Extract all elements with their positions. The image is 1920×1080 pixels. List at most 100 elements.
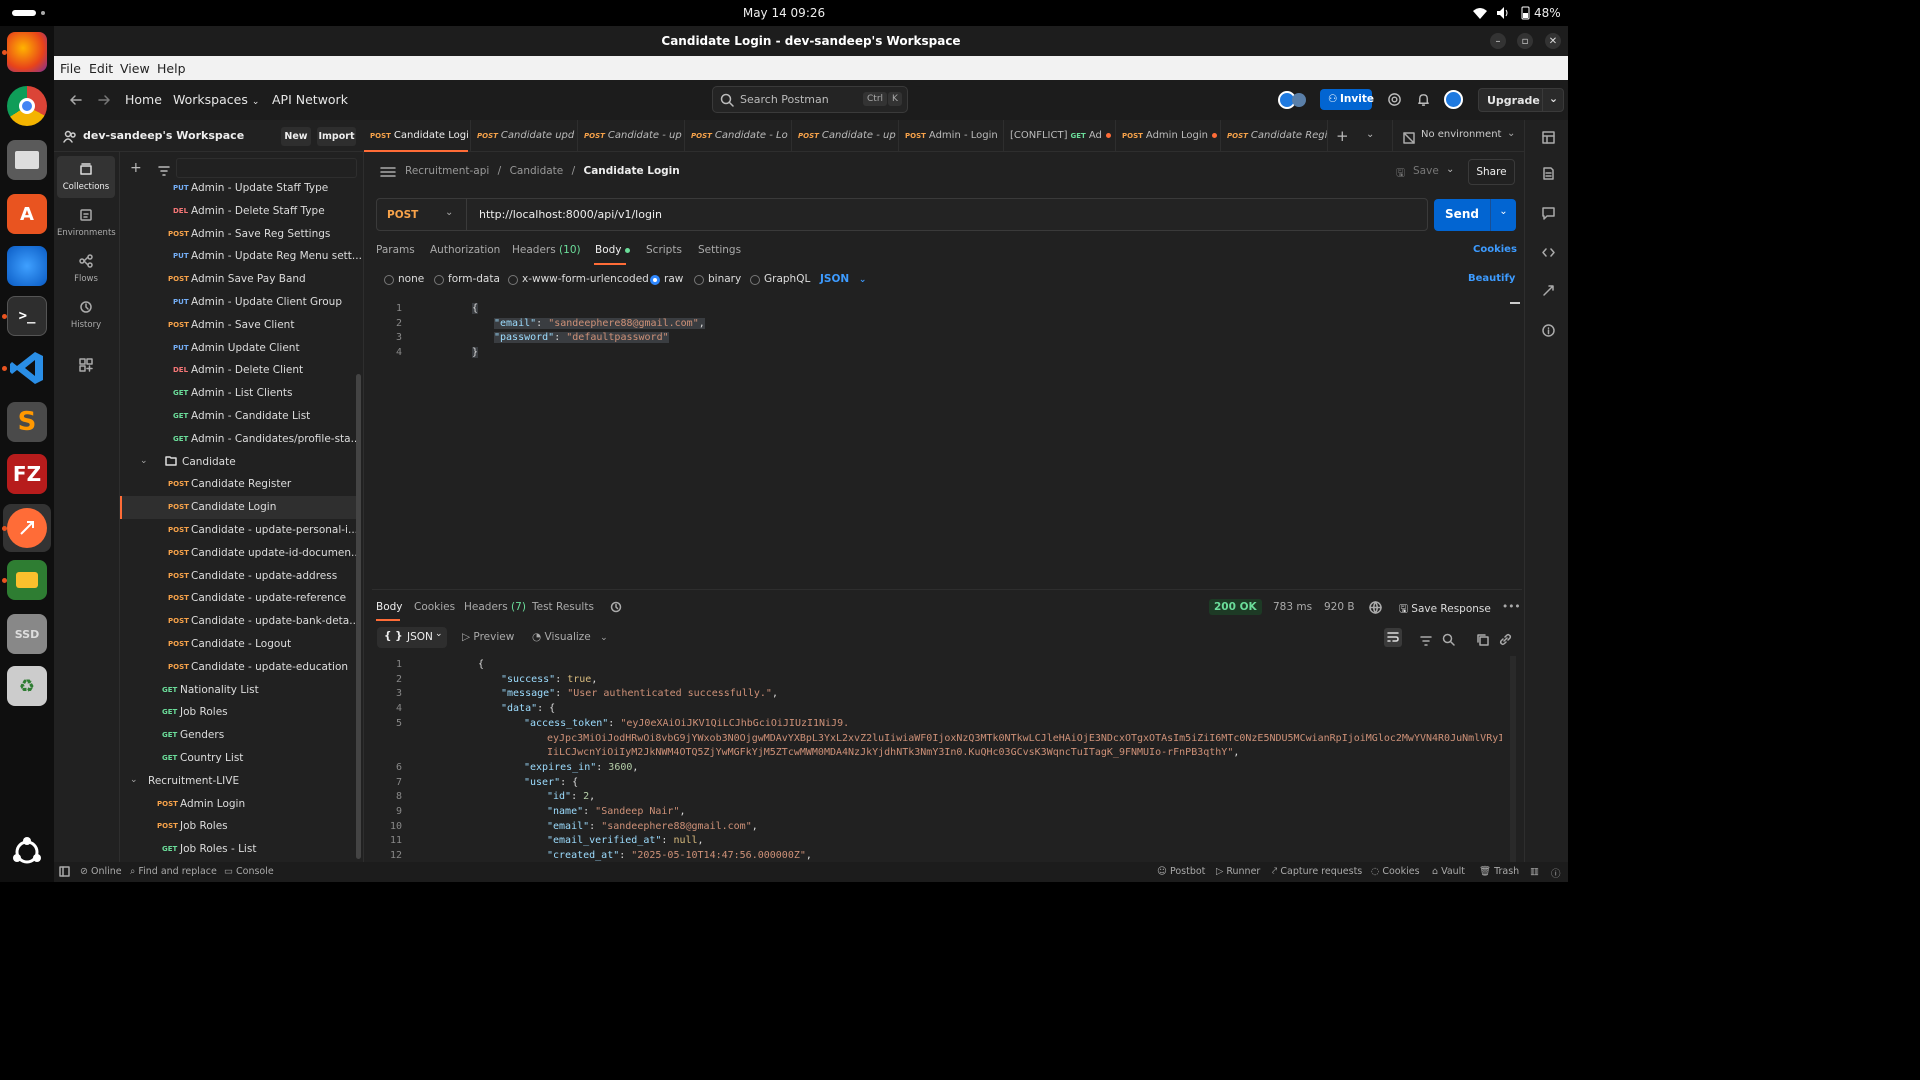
tree-request[interactable]: POST Candidate update-id-documen... — [120, 542, 361, 565]
forward-arrow-icon[interactable] — [96, 92, 112, 111]
sublime-icon[interactable]: S — [7, 402, 47, 442]
response-search-icon[interactable] — [1442, 631, 1455, 650]
tree-request[interactable]: GET Country List — [120, 747, 356, 770]
send-button[interactable]: Send — [1434, 199, 1490, 231]
settings-gear-icon[interactable] — [1387, 92, 1402, 110]
request-tab[interactable]: POST Candidate Logi — [370, 120, 470, 152]
tree-request[interactable]: DEL Admin - Delete Staff Type — [120, 200, 356, 223]
rail-flows[interactable]: Flows — [57, 248, 115, 290]
tree-request[interactable]: POST Candidate Login — [120, 496, 356, 520]
tree-request[interactable]: POST Job Roles — [120, 815, 356, 838]
chevron-down-icon[interactable]: ⌄ — [130, 775, 138, 785]
app-center-icon[interactable]: A — [7, 194, 47, 234]
ssd-drive-icon[interactable]: SSD — [7, 614, 47, 654]
wrap-lines-icon[interactable] — [1384, 628, 1402, 647]
tree-request[interactable]: PUT Admin - Update Client Group — [120, 291, 356, 314]
response-history-icon[interactable] — [610, 601, 622, 616]
capture-requests-button[interactable]: ⤤ Capture requests — [1272, 866, 1362, 877]
collection-search-input[interactable] — [176, 158, 357, 178]
tree-request[interactable]: PUT Admin - Update Staff Type — [120, 177, 356, 200]
radio-graphql[interactable] — [750, 275, 760, 285]
visualize-button[interactable]: ◔ Visualize ⌄ — [532, 631, 608, 643]
radio-form-data[interactable] — [434, 275, 444, 285]
tab-authorization[interactable]: Authorization — [430, 244, 500, 256]
online-status[interactable]: ⊘ Online — [80, 866, 122, 877]
status-badge[interactable]: 200 OK — [1209, 599, 1262, 615]
import-button[interactable]: Import — [317, 127, 356, 146]
workbench-icon[interactable] — [1542, 129, 1555, 148]
tab-headers[interactable]: Headers (10) — [512, 244, 581, 256]
response-body-viewer[interactable]: 1 {2 "success": true, 3 "message": "User aut… — [372, 656, 1502, 862]
filezilla-icon[interactable]: FZ — [7, 454, 47, 494]
tree-request[interactable]: GET Admin - Candidates/profile-sta... — [120, 428, 361, 451]
cookies-link[interactable]: Cookies — [1473, 244, 1517, 255]
radio-raw-label[interactable]: raw — [664, 273, 683, 285]
trash-icon[interactable]: ♻ — [7, 666, 47, 706]
radio-none-label[interactable]: none — [398, 273, 424, 285]
sidebar-scrollbar[interactable] — [356, 374, 361, 859]
rail-history[interactable]: History — [57, 294, 115, 336]
vscode-icon[interactable] — [7, 348, 47, 388]
response-format-dropdown[interactable]: { } JSON ⌄ — [377, 627, 447, 648]
beautify-link[interactable]: Beautify — [1468, 273, 1515, 284]
two-pane-icon[interactable]: ▥ — [1530, 866, 1539, 877]
request-tab[interactable]: POST Candidate Regi — [1227, 120, 1327, 152]
tree-request[interactable]: GET Genders — [120, 724, 356, 747]
response-scrollbar[interactable] — [1510, 656, 1516, 862]
trash-button[interactable]: 🗑 Trash — [1479, 866, 1519, 877]
request-tab[interactable]: POST Admin Login — [1122, 120, 1220, 152]
menu-view[interactable]: View — [120, 61, 150, 76]
menu-help[interactable]: Help — [157, 61, 186, 76]
home-link[interactable]: Home — [125, 92, 162, 107]
res-tab-headers[interactable]: Headers (7) — [464, 601, 526, 613]
tree-request[interactable]: POST Admin Login — [120, 793, 356, 816]
breadcrumb-folder[interactable]: Candidate — [510, 165, 564, 177]
tree-folder[interactable]: ⌄ Candidate — [120, 451, 356, 474]
preview-button[interactable]: ▷ Preview — [462, 631, 514, 643]
radio-none[interactable] — [384, 275, 394, 285]
tabs-overflow-chevron-icon[interactable]: ⌄ — [1366, 129, 1374, 140]
request-tab[interactable]: POST Candidate - Lo — [691, 120, 791, 152]
menu-edit[interactable]: Edit — [89, 61, 113, 76]
upgrade-button[interactable]: Upgrade ⌄ — [1478, 88, 1564, 112]
info-icon[interactable] — [1542, 322, 1555, 341]
console-button[interactable]: ▭ Console — [224, 866, 274, 877]
copy-icon[interactable] — [1476, 631, 1489, 650]
rail-environments[interactable]: Environments — [57, 202, 116, 244]
tree-request[interactable]: GET Job Roles - List — [120, 838, 356, 861]
comments-icon[interactable] — [1542, 205, 1555, 224]
activities-indicator[interactable] — [12, 10, 36, 16]
send-options-chevron-icon[interactable]: ⌄ — [1490, 199, 1516, 231]
search-box[interactable]: Search Postman Ctrl K — [712, 86, 908, 113]
more-options-icon[interactable]: ••• — [1502, 601, 1521, 613]
terminal-icon[interactable]: >_ — [7, 296, 47, 336]
tab-settings[interactable]: Settings — [698, 244, 741, 256]
documentation-icon[interactable] — [1542, 165, 1555, 184]
add-collection-icon[interactable]: + — [130, 160, 142, 176]
tree-request[interactable]: POST Candidate - update-personal-i... — [120, 519, 358, 542]
tree-request[interactable]: POST Candidate - Logout — [120, 633, 356, 656]
collaborator-avatar[interactable] — [1292, 93, 1306, 107]
cookies-button[interactable]: ◌ Cookies — [1371, 866, 1420, 877]
find-replace-button[interactable]: ⌕ Find and replace — [130, 866, 217, 877]
workspace-name[interactable]: dev-sandeep's Workspace — [83, 129, 244, 142]
minimize-icon[interactable]: – — [1490, 33, 1506, 49]
tree-request[interactable]: POST Candidate - update-address — [120, 565, 356, 588]
close-icon[interactable]: ✕ — [1545, 33, 1561, 49]
tree-request[interactable]: POST Candidate Register — [120, 473, 356, 496]
environment-selector[interactable]: No environment ⌄ — [1392, 120, 1524, 152]
new-button[interactable]: New — [281, 127, 311, 146]
res-tab-cookies[interactable]: Cookies — [414, 601, 455, 613]
body-format-dropdown[interactable]: JSON ⌄ — [820, 273, 866, 285]
firefox-icon[interactable] — [7, 32, 47, 72]
related-collections-icon[interactable] — [1542, 282, 1555, 301]
bell-icon[interactable] — [1416, 92, 1431, 110]
url-input[interactable]: http://localhost:8000/api/v1/login — [479, 208, 662, 221]
battery-icon[interactable] — [1518, 6, 1532, 20]
radio-form-data-label[interactable]: form-data — [448, 273, 500, 285]
toggle-sidebar-icon[interactable] — [59, 866, 70, 880]
maximize-icon[interactable]: ▫ — [1517, 33, 1533, 49]
chevron-down-icon[interactable]: ⌄ — [140, 456, 148, 466]
thunderbird-icon[interactable] — [7, 246, 47, 286]
response-size[interactable]: 920 B — [1324, 601, 1355, 613]
